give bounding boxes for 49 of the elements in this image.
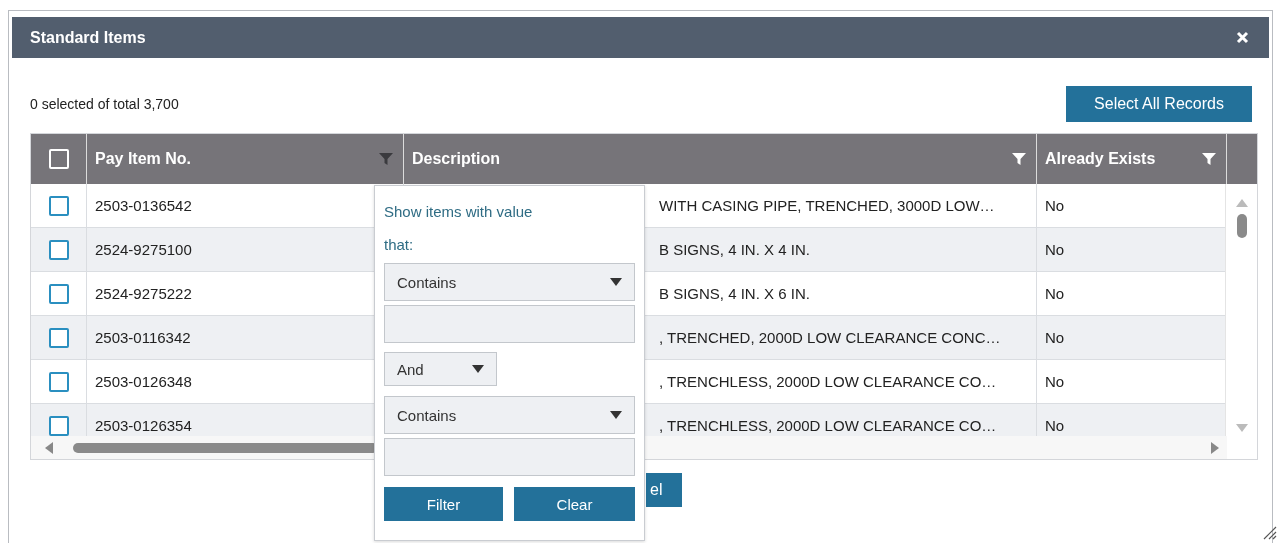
filter-icon[interactable] xyxy=(378,151,394,167)
table-cell: 2524-9275222 xyxy=(95,285,192,302)
resize-grip-icon[interactable] xyxy=(1261,524,1277,540)
table-cell: 2524-9275100 xyxy=(95,241,192,258)
checkbox[interactable] xyxy=(48,195,69,216)
table-cell: B SIGNS, 4 IN. X 4 IN. xyxy=(659,241,810,258)
operator-dropdown[interactable]: Contains xyxy=(384,263,635,301)
caret-icon xyxy=(610,278,622,286)
scrollbar-thumb[interactable] xyxy=(1236,214,1247,238)
filter-icon[interactable] xyxy=(1201,151,1217,167)
filter-prompt: Show items with value that: xyxy=(384,202,534,255)
table-cell: No xyxy=(1045,417,1065,434)
table-cell: 2503-0136542 xyxy=(95,197,192,214)
scroll-down-arrow-icon[interactable] xyxy=(1235,424,1248,432)
checkbox[interactable] xyxy=(48,371,69,392)
filter-button[interactable]: Filter xyxy=(384,487,503,521)
clear-button[interactable]: Clear xyxy=(514,487,635,521)
table-cell: No xyxy=(1045,197,1065,214)
caret-icon xyxy=(610,411,622,419)
checkbox[interactable] xyxy=(48,283,69,304)
window-title: Standard Items xyxy=(30,28,146,47)
logic-dropdown[interactable]: And xyxy=(384,352,497,386)
scroll-up-arrow-icon[interactable] xyxy=(1235,199,1248,207)
checkbox[interactable] xyxy=(48,327,69,348)
selection-summary: 0 selected of total 3,700 xyxy=(30,96,179,112)
table-cell: No xyxy=(1045,241,1065,258)
table-cell: 2503-0126354 xyxy=(95,417,192,434)
select-all-button[interactable]: Select All Records xyxy=(1066,86,1252,122)
checkbox[interactable] xyxy=(48,415,69,436)
filter-icon[interactable] xyxy=(1011,151,1027,167)
close-icon[interactable] xyxy=(1236,31,1249,44)
table-cell: , TRENCHLESS, 2000D LOW CLEARANCE CO… xyxy=(659,373,997,390)
table-cell: WITH CASING PIPE, TRENCHED, 3000D LOW… xyxy=(659,197,995,214)
table-cell: No xyxy=(1045,329,1065,346)
table-cell: , TRENCHED, 2000D LOW CLEARANCE CONC… xyxy=(659,329,1001,346)
checkbox[interactable] xyxy=(48,239,69,260)
table-cell: , TRENCHLESS, 2000D LOW CLEARANCE CO… xyxy=(659,417,997,434)
filter-value-field[interactable] xyxy=(384,305,635,343)
caret-icon xyxy=(472,365,484,373)
table-cell: 2503-0116342 xyxy=(95,329,191,346)
scroll-right-arrow-icon[interactable] xyxy=(1211,441,1219,454)
scroll-left-arrow-icon[interactable] xyxy=(45,441,53,454)
table-cell: No xyxy=(1045,373,1065,390)
table-cell: 2503-0126348 xyxy=(95,373,192,390)
filter-value-field[interactable] xyxy=(384,438,635,476)
table-cell: No xyxy=(1045,285,1065,302)
cancel-button[interactable]: el xyxy=(646,473,682,507)
table-cell: B SIGNS, 4 IN. X 6 IN. xyxy=(659,285,810,302)
operator-dropdown[interactable]: Contains xyxy=(384,396,635,434)
